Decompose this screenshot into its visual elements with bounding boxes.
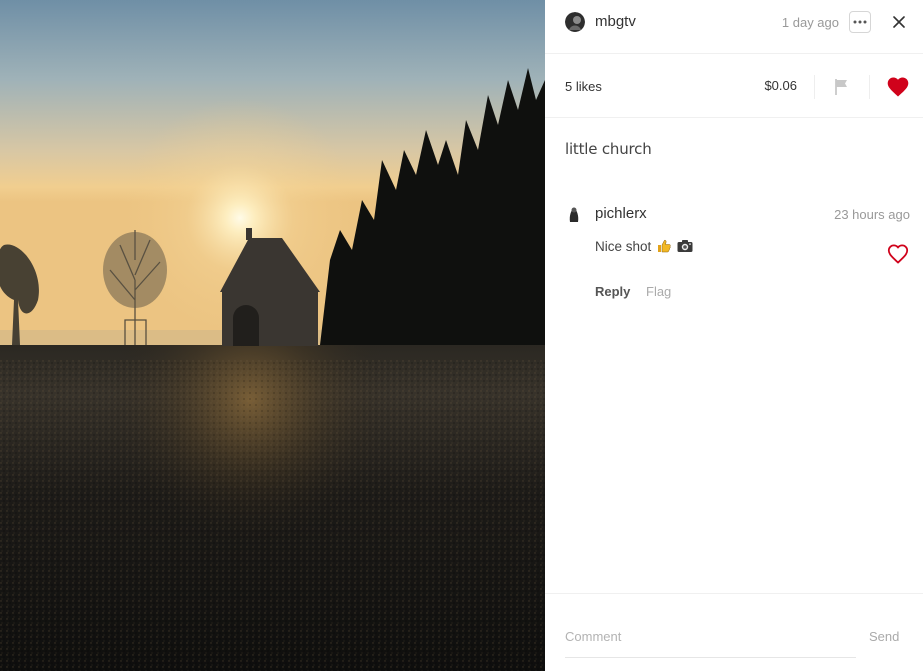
payout-value[interactable]: $0.06 — [764, 78, 797, 93]
close-icon — [893, 16, 905, 28]
flag-icon — [835, 79, 847, 95]
comment-text: Nice shot — [595, 239, 652, 254]
comment-item: pichlerx 23 hours ago Nice shot Reply Fl… — [545, 200, 923, 310]
commenter-username[interactable]: pichlerx — [595, 205, 647, 222]
heart-outline-icon — [887, 244, 909, 264]
comment-input[interactable] — [565, 624, 856, 658]
more-horizontal-icon — [853, 20, 867, 24]
close-button[interactable] — [889, 12, 909, 32]
post-caption: little church — [565, 140, 652, 158]
divider — [869, 75, 870, 99]
post-timestamp: 1 day ago — [781, 15, 839, 30]
post-stats-bar: 5 likes $0.06 — [545, 55, 923, 118]
commenter-avatar[interactable] — [564, 204, 584, 224]
comment-composer: Send — [545, 593, 923, 671]
camera-emoji — [677, 239, 693, 256]
heart-icon — [887, 77, 909, 97]
thumbs-up-emoji — [657, 239, 671, 256]
flag-post-button[interactable] — [832, 77, 852, 97]
more-options-button[interactable] — [849, 11, 871, 33]
likes-count[interactable]: 5 likes — [565, 79, 602, 94]
post-photo — [0, 0, 545, 671]
author-avatar[interactable] — [565, 12, 585, 32]
like-comment-button[interactable] — [886, 242, 910, 266]
send-button[interactable]: Send — [869, 629, 899, 644]
like-post-button[interactable] — [886, 75, 910, 99]
author-username[interactable]: mbgtv — [595, 13, 636, 30]
comment-body: Nice shot — [595, 239, 693, 256]
divider — [814, 75, 815, 99]
post-detail-panel: mbgtv 1 day ago 5 likes $0.06 little chu… — [545, 0, 923, 671]
comment-timestamp: 23 hours ago — [834, 207, 910, 222]
chapel-sunset-image — [0, 0, 545, 671]
post-header: mbgtv 1 day ago — [545, 0, 923, 54]
flag-comment-link[interactable]: Flag — [646, 284, 671, 299]
reply-link[interactable]: Reply — [595, 284, 630, 299]
